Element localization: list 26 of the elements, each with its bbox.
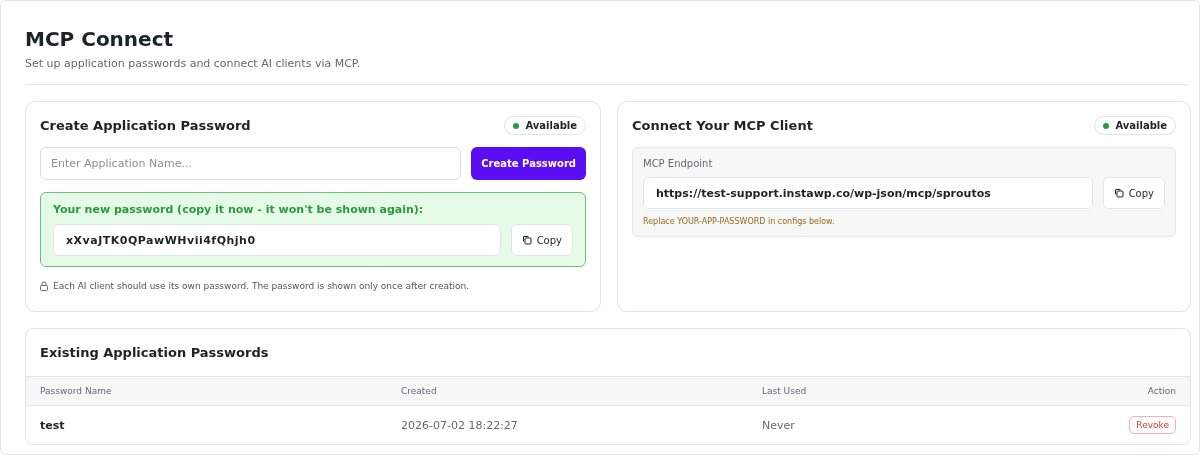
card-title: Create Application Password <box>40 118 251 133</box>
column-header: Action <box>1146 386 1176 396</box>
copy-button[interactable]: Copy <box>510 224 573 256</box>
revoke-button[interactable]: Revoke <box>1129 416 1176 434</box>
field-label: MCP Endpoint <box>643 158 714 169</box>
page-subtitle: Set up application passwords and connect AI clients via MCP. <box>25 57 362 70</box>
table-cell-text: Never <box>762 418 796 432</box>
lock-icon <box>40 281 48 291</box>
table-cell-text: test <box>40 418 66 432</box>
hint-text: Replace YOUR-APP-PASSWORD in configs below. <box>643 217 836 226</box>
card-title: Existing Application Passwords <box>40 345 270 360</box>
copy-button[interactable]: Copy <box>1102 177 1165 209</box>
column-header: Created <box>401 386 438 396</box>
column-header: Password Name <box>40 386 113 396</box>
column-header: Last Used <box>762 386 808 396</box>
input-field[interactable]: Enter Application Name... <box>40 147 462 180</box>
note-text: Each AI client should use its own password. The password is shown only once after creation. <box>53 281 470 291</box>
success-message: Your new password (copy it now - it won't be shown again): <box>53 203 425 216</box>
copy-icon <box>521 235 532 245</box>
create-password-button[interactable]: Create Password <box>471 147 586 180</box>
card-title: Connect Your MCP Client <box>632 118 813 133</box>
page-title: MCP Connect <box>25 27 175 51</box>
endpoint-value: https://test-support.instawp.co/wp-json/mcp/sproutos <box>643 177 1093 209</box>
table-cell-text: 2026-07-02 18:22:27 <box>401 418 519 432</box>
copy-icon <box>1113 188 1124 198</box>
password-value: xXvaJTK0QPawWHvii4fQhjh0 <box>53 224 501 256</box>
